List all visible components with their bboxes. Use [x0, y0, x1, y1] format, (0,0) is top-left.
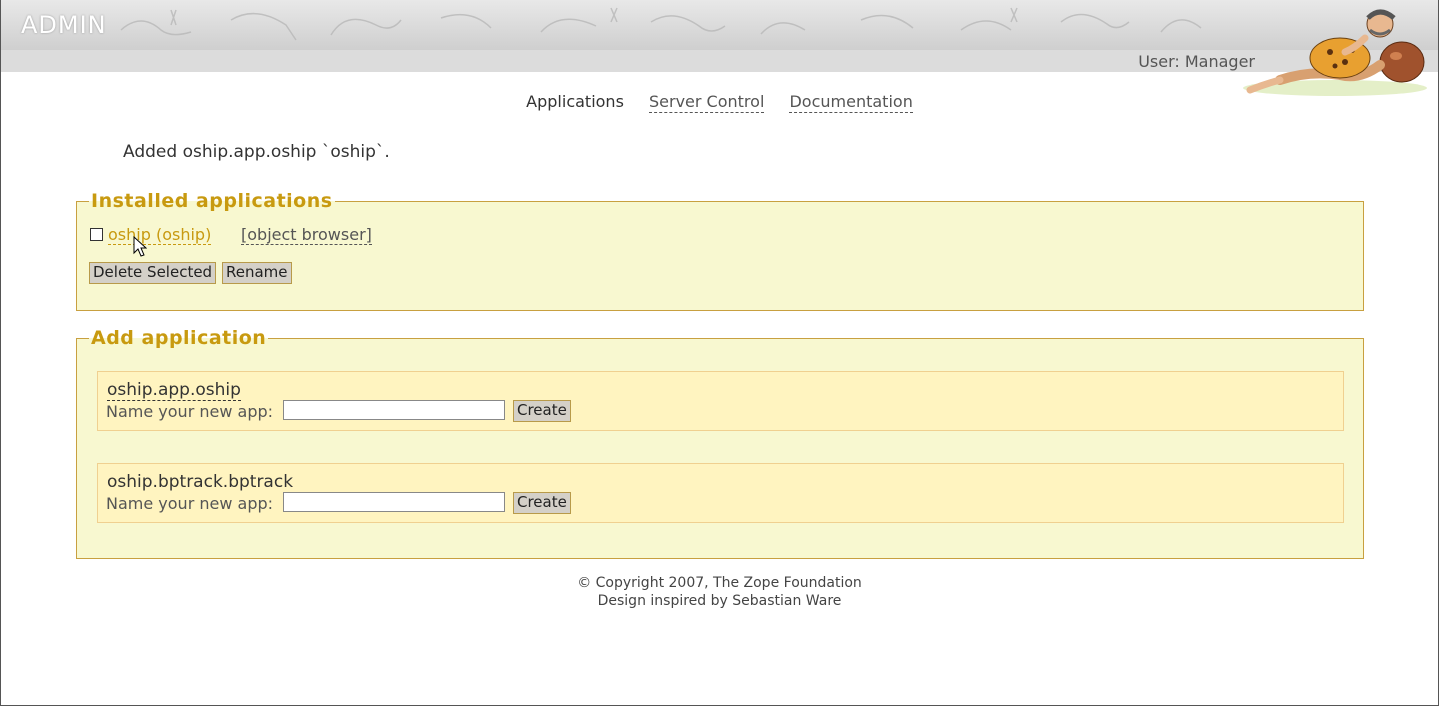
add-application-legend: Add application — [89, 326, 269, 350]
installed-applications-legend: Installed applications — [89, 189, 335, 213]
footer: © Copyright 2007, The Zope Foundation De… — [0, 574, 1439, 610]
status-message: Added oship.app.oship `oship`. — [123, 142, 390, 162]
app-checkbox[interactable] — [90, 228, 103, 241]
create-button[interactable]: Create — [513, 400, 571, 422]
app-link[interactable]: oship (oship) — [108, 225, 212, 245]
new-app-name-label: Name your new app: — [106, 494, 274, 513]
new-app-name-input[interactable] — [283, 492, 505, 512]
admin-logo: ADMIN — [21, 11, 107, 39]
object-browser-link[interactable]: [object browser] — [241, 225, 372, 245]
new-app-name-label: Name your new app: — [106, 402, 274, 421]
rename-button[interactable]: Rename — [222, 262, 292, 284]
mouse-cursor-icon — [133, 236, 147, 257]
app-factory-title: oship.bptrack.bptrack — [107, 472, 294, 492]
installed-applications-panel: Installed applications oship (oship) [ob… — [76, 189, 1364, 311]
main-nav: Applications Server Control Documentatio… — [0, 92, 1439, 113]
nav-server-control[interactable]: Server Control — [649, 92, 765, 113]
app-factory-title[interactable]: oship.app.oship — [107, 380, 241, 401]
new-app-name-input[interactable] — [283, 400, 505, 420]
nav-applications[interactable]: Applications — [526, 92, 624, 111]
create-button[interactable]: Create — [513, 492, 571, 514]
delete-selected-button[interactable]: Delete Selected — [89, 262, 217, 284]
caveman-illustration — [1243, 9, 1427, 96]
nav-documentation[interactable]: Documentation — [789, 92, 913, 113]
copyright-text: © Copyright 2007, The Zope Foundation — [577, 575, 862, 591]
user-label: User: Manager — [1138, 52, 1255, 71]
header-banner: ADMIN — [1, 0, 1438, 50]
app-factory-card: oship.bptrack.bptrack Name your new app:… — [97, 463, 1344, 523]
app-factory-card: oship.app.oship Name your new app: Creat… — [97, 371, 1344, 431]
add-application-panel: Add application oship.app.oship Name you… — [76, 326, 1364, 559]
credit-text: Design inspired by Sebastian Ware — [597, 593, 842, 609]
object-browser-label[interactable]: [object browser] — [241, 225, 372, 245]
cave-painting-pattern — [120, 7, 1202, 41]
